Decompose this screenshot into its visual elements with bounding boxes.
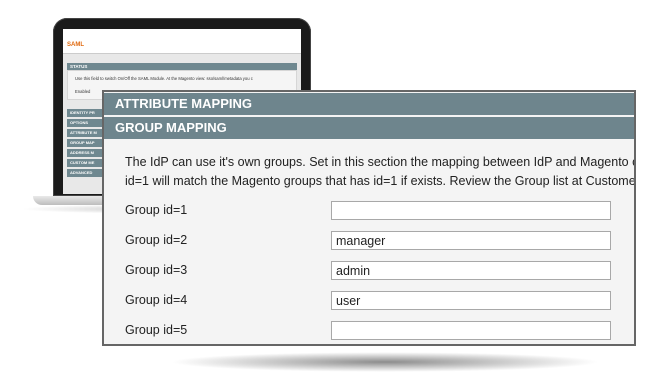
laptop-nav-item[interactable]: ADDRESS M: [67, 149, 107, 157]
description-line: id=1 will match the Magento groups that …: [125, 174, 636, 188]
group-id-label: Group id=1: [125, 203, 188, 217]
group-row-5: Group id=5: [125, 321, 634, 341]
attribute-mapping-header[interactable]: ATTRIBUTE MAPPING: [104, 93, 634, 115]
laptop-nav-item[interactable]: OPTIONS: [67, 119, 107, 127]
laptop-page-header: SAML: [63, 29, 301, 54]
laptop-section-nav: IDENTITY PR OPTIONS ATTRIBUTE M GROUP MA…: [67, 109, 107, 179]
description-line: The IdP can use it's own groups. Set in …: [125, 155, 636, 169]
group-id-input[interactable]: [331, 321, 611, 340]
group-mapping-header[interactable]: GROUP MAPPING: [104, 117, 634, 139]
laptop-nav-item[interactable]: IDENTITY PR: [67, 109, 107, 117]
laptop-nav-item[interactable]: GROUP MAP: [67, 139, 107, 147]
group-id-input[interactable]: [331, 201, 611, 220]
laptop-nav-item[interactable]: CUSTOM ME: [67, 159, 107, 167]
group-mapping-zoom-panel: ATTRIBUTE MAPPING GROUP MAPPING The IdP …: [102, 90, 636, 346]
panel-shadow: [170, 352, 600, 372]
group-row-2: Group id=2: [125, 231, 634, 251]
group-id-label: Group id=3: [125, 263, 188, 277]
group-row-1: Group id=1: [125, 201, 634, 221]
laptop-status-value: Enabled: [75, 89, 91, 94]
group-mapping-description: The IdP can use it's own groups. Set in …: [125, 153, 636, 191]
laptop-page-title: SAML: [67, 42, 84, 48]
group-id-label: Group id=5: [125, 323, 188, 337]
group-id-input[interactable]: [331, 231, 611, 250]
group-id-input[interactable]: [331, 291, 611, 310]
group-id-label: Group id=2: [125, 233, 188, 247]
laptop-status-desc: Use this field to switch On/Off the SAML…: [75, 76, 253, 81]
group-id-input[interactable]: [331, 261, 611, 280]
laptop-status-header: STATUS: [67, 63, 297, 70]
group-id-label: Group id=4: [125, 293, 188, 307]
group-row-3: Group id=3: [125, 261, 634, 281]
laptop-nav-item[interactable]: ATTRIBUTE M: [67, 129, 107, 137]
laptop-nav-item[interactable]: ADVANCED: [67, 169, 107, 177]
group-row-4: Group id=4: [125, 291, 634, 311]
